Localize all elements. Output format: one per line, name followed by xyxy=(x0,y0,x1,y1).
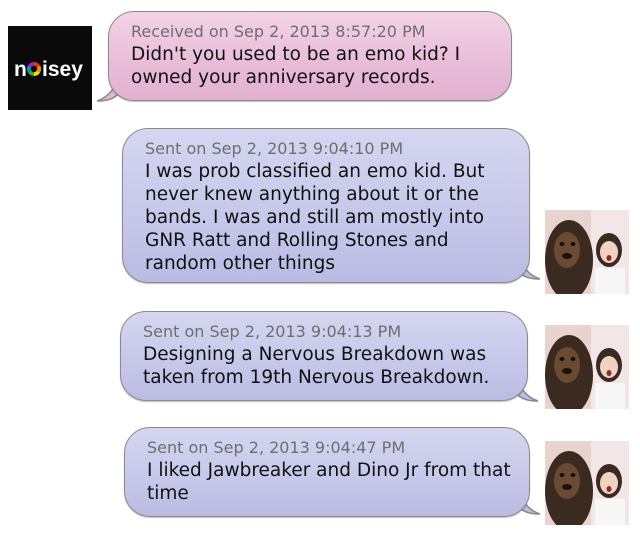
message-bubble: Sent on Sep 2, 2013 9:04:13 PM Designing… xyxy=(120,311,528,401)
message-timestamp: Sent on Sep 2, 2013 9:04:13 PM xyxy=(143,322,402,341)
logo-text-start: n xyxy=(14,58,27,81)
message-bubble: Sent on Sep 2, 2013 9:04:10 PM I was pro… xyxy=(122,128,530,283)
chewbacca-leia-avatar xyxy=(545,325,629,415)
message-timestamp: Sent on Sep 2, 2013 9:04:47 PM xyxy=(147,438,406,457)
chewbacca-leia-avatar xyxy=(545,441,629,531)
chewbacca-leia-photo-icon xyxy=(545,325,629,415)
chewbacca-leia-photo-icon xyxy=(545,441,629,531)
message-bubble: Sent on Sep 2, 2013 9:04:47 PM I liked J… xyxy=(124,427,530,517)
message-timestamp: Received on Sep 2, 2013 8:57:20 PM xyxy=(131,22,426,41)
chewbacca-leia-avatar xyxy=(545,210,629,300)
message-text: I was prob classified an emo kid. But ne… xyxy=(145,161,485,274)
logo-text-end: isey xyxy=(42,58,83,81)
noisey-logo-icon: n isey xyxy=(14,58,83,81)
message-text: Designing a Nervous Breakdown was taken … xyxy=(143,344,490,388)
color-wheel-icon xyxy=(27,62,41,76)
message-bubble: Received on Sep 2, 2013 8:57:20 PM Didn'… xyxy=(108,11,512,101)
noisey-avatar: n isey xyxy=(8,26,92,110)
message-text: Didn't you used to be an emo kid? I owne… xyxy=(131,44,461,88)
message-timestamp: Sent on Sep 2, 2013 9:04:10 PM xyxy=(145,139,404,158)
chewbacca-leia-photo-icon xyxy=(545,210,629,300)
message-text: I liked Jawbreaker and Dino Jr from that… xyxy=(147,460,511,504)
